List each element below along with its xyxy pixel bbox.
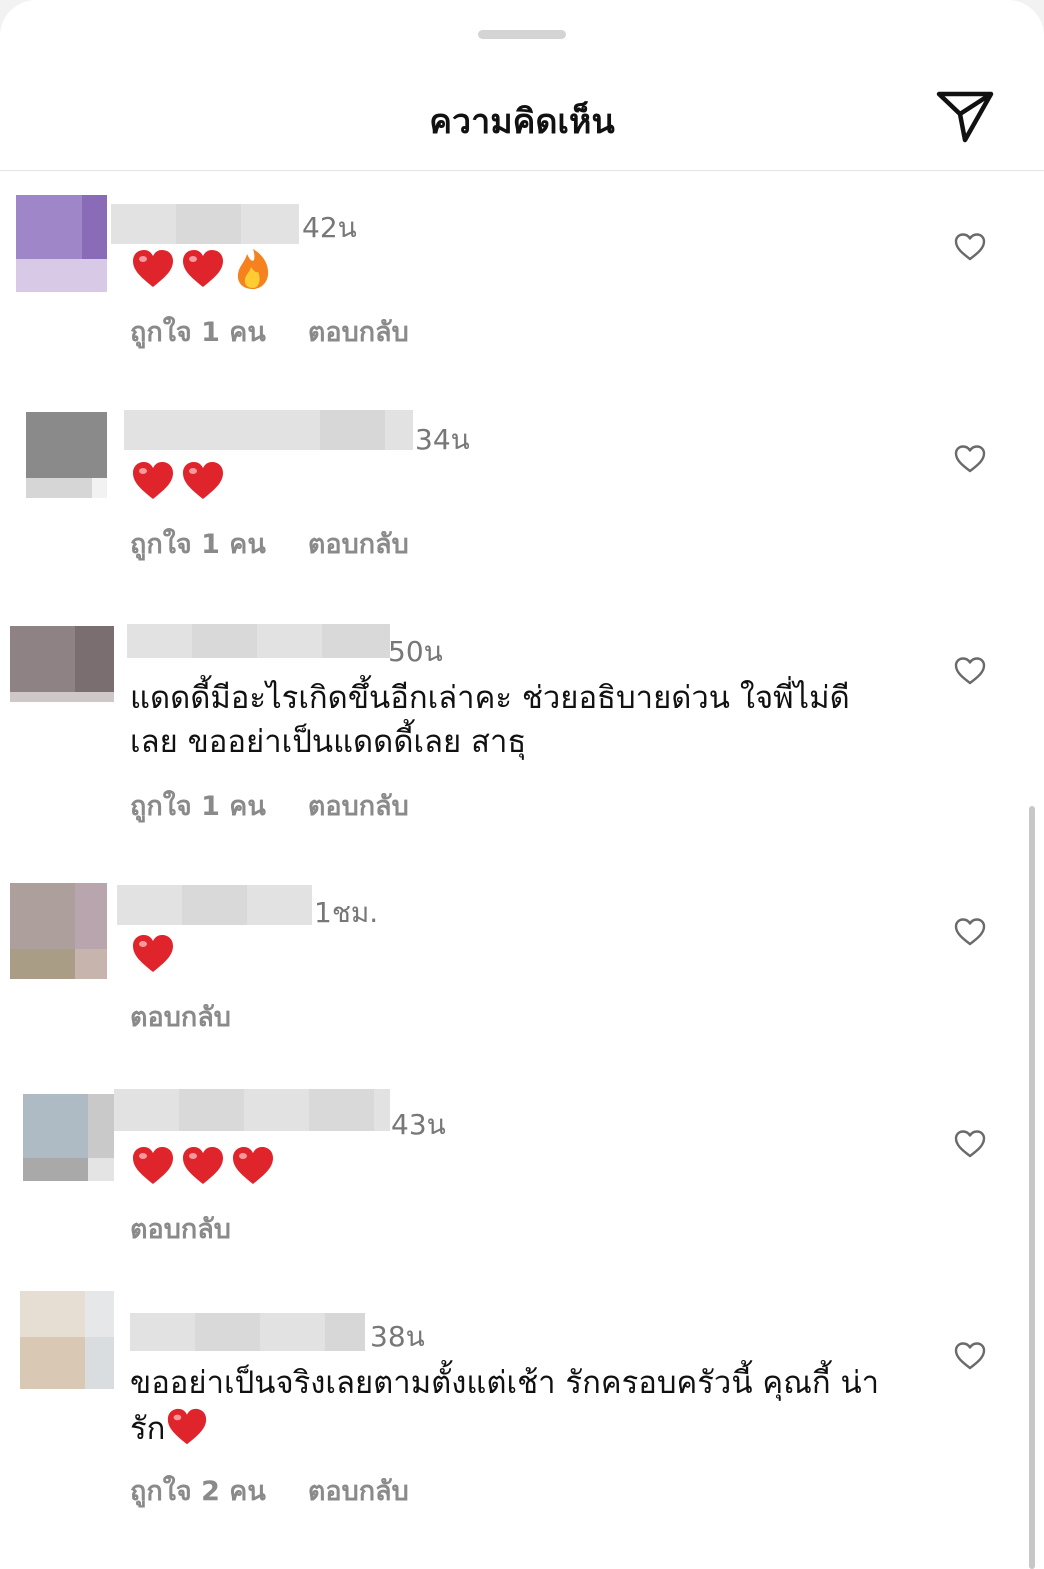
reply-button[interactable]: ตอบกลับ (308, 522, 409, 565)
likes-count[interactable]: ถูกใจ 2 คน (130, 1469, 266, 1512)
avatar[interactable] (16, 195, 107, 292)
comment-time: 1ชม. (314, 896, 379, 929)
like-button[interactable] (954, 444, 986, 474)
comment-emojis (130, 1143, 276, 1191)
comment-meta: ตอบกลับ (130, 1207, 231, 1250)
red-heart-emoji (233, 1147, 273, 1184)
red-heart-emoji (133, 462, 173, 499)
reply-button[interactable]: ตอบกลับ (308, 310, 409, 353)
sheet-grabber[interactable] (478, 30, 566, 39)
comment-time: 42น (302, 211, 357, 244)
reply-button[interactable]: ตอบกลับ (308, 1469, 409, 1512)
red-heart-emoji (133, 935, 173, 972)
red-heart-emoji (183, 462, 223, 499)
comment-time: 38น (370, 1320, 425, 1353)
comment-emojis (130, 931, 176, 979)
red-heart-emoji (133, 250, 173, 287)
comment-meta: ถูกใจ 1 คน ตอบกลับ (130, 784, 409, 827)
likes-count[interactable]: ถูกใจ 1 คน (130, 522, 266, 565)
page-title: ความคิดเห็น (429, 102, 615, 142)
username-blurred[interactable] (114, 1089, 390, 1131)
share-button[interactable] (934, 88, 996, 146)
red-heart-emoji (183, 1147, 223, 1184)
username-blurred[interactable] (124, 410, 413, 450)
comment-text-body: ขออย่าเป็นจริงเลยตามตั้งแต่เช้า รักครอบค… (130, 1365, 880, 1447)
reply-button[interactable]: ตอบกลับ (130, 995, 231, 1038)
username-blurred[interactable] (127, 624, 390, 658)
heart-outline-icon (954, 1130, 986, 1158)
avatar[interactable] (23, 1094, 114, 1181)
like-button[interactable] (954, 656, 986, 686)
heart-outline-icon (954, 918, 986, 946)
comment-text: ขออย่าเป็นจริงเลยตามตั้งแต่เช้า รักครอบค… (130, 1361, 930, 1451)
username-blurred[interactable] (117, 885, 312, 925)
likes-count[interactable]: ถูกใจ 1 คน (130, 784, 266, 827)
comment-meta: ถูกใจ 2 คน ตอบกลับ (130, 1469, 409, 1512)
avatar[interactable] (26, 412, 107, 498)
red-heart-emoji (168, 1408, 207, 1445)
fire-emoji (237, 249, 269, 289)
like-button[interactable] (954, 232, 986, 262)
scrollbar[interactable] (1029, 806, 1035, 1569)
username-blurred[interactable] (130, 1313, 365, 1351)
reply-button[interactable]: ตอบกลับ (130, 1207, 231, 1250)
comments-sheet: ความคิดเห็น 42น ถูกใจ 1 คน ตอบกลับ 34น ถ… (0, 0, 1044, 1569)
comment-emojis (130, 246, 276, 294)
comment-emojis (130, 458, 226, 506)
reply-button[interactable]: ตอบกลับ (308, 784, 409, 827)
comment-meta: ตอบกลับ (130, 995, 231, 1038)
comment-time: 50น (388, 635, 443, 668)
red-heart-emoji (183, 250, 223, 287)
comment-meta: ถูกใจ 1 คน ตอบกลับ (130, 522, 409, 565)
heart-outline-icon (954, 233, 986, 261)
avatar[interactable] (20, 1291, 114, 1389)
header-divider (0, 170, 1044, 171)
paper-plane-icon (936, 91, 994, 143)
heart-outline-icon (954, 657, 986, 685)
heart-outline-icon (954, 1342, 986, 1370)
avatar[interactable] (10, 883, 107, 979)
avatar[interactable] (10, 626, 114, 702)
username-blurred[interactable] (111, 204, 299, 244)
like-button[interactable] (954, 1341, 986, 1371)
like-button[interactable] (954, 917, 986, 947)
comment-time: 34น (415, 423, 470, 456)
like-button[interactable] (954, 1129, 986, 1159)
likes-count[interactable]: ถูกใจ 1 คน (130, 310, 266, 353)
red-heart-emoji (133, 1147, 173, 1184)
heart-outline-icon (954, 445, 986, 473)
comment-meta: ถูกใจ 1 คน ตอบกลับ (130, 310, 409, 353)
comment-time: 43น (391, 1108, 446, 1141)
comment-text: แดดดี้มีอะไรเกิดขึ้นอีกเล่าคะ ช่วยอธิบาย… (130, 680, 850, 760)
